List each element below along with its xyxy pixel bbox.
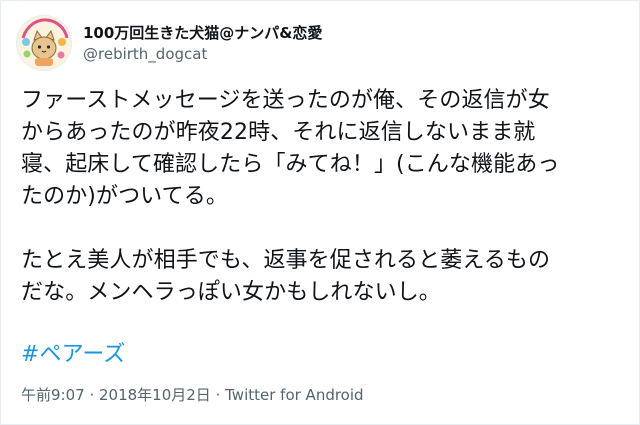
avatar[interactable]: [17, 16, 71, 70]
tweet-paragraph-1: ファーストメッセージを送ったのが俺、その返信が女 からあったのが昨夜22時、それ…: [21, 85, 621, 213]
tweet-text-line: ファーストメッセージを送ったのが俺、その返信が女: [21, 88, 550, 113]
tweet-paragraph-2: たとえ美人が相手でも、返事を促されると萎えるもの だな。メンヘラっぽい女かもしれ…: [21, 245, 621, 309]
tweet-text-line: だな。メンヘラっぽい女かもしれないし。: [21, 280, 441, 305]
meta-separator: ·: [84, 386, 99, 404]
user-names: 100万回生きた犬猫@ナンパ&恋愛 @rebirth_dogcat: [83, 23, 322, 64]
tweet-text-line: たのか)がついてる。: [21, 184, 228, 209]
tweet-source[interactable]: Twitter for Android: [225, 386, 363, 404]
cartoon-cat-avatar-icon: [17, 16, 71, 70]
tweet-header: 100万回生きた犬猫@ナンパ&恋愛 @rebirth_dogcat: [17, 15, 322, 71]
tweet-text-line: 寝、起床して確認したら「みてね！」(こんな機能あっ: [21, 152, 560, 177]
tweet-text-line: からあったのが昨夜22時、それに返信しないまま就: [21, 120, 536, 145]
tweet-date[interactable]: 2018年10月2日: [99, 386, 211, 404]
tweet-text-line: たとえ美人が相手でも、返事を促されると萎えるもの: [21, 248, 551, 273]
tweet-body: ファーストメッセージを送ったのが俺、その返信が女 からあったのが昨夜22時、それ…: [21, 85, 621, 371]
tweet-time[interactable]: 午前9:07: [21, 386, 85, 404]
hashtag-link[interactable]: #ペアーズ: [21, 339, 126, 371]
tweet-meta: 午前9:07 · 2018年10月2日 · Twitter for Androi…: [21, 385, 364, 405]
meta-separator: ·: [210, 386, 226, 404]
user-handle[interactable]: @rebirth_dogcat: [83, 44, 322, 64]
display-name[interactable]: 100万回生きた犬猫@ナンパ&恋愛: [83, 23, 322, 43]
tweet-card: 100万回生きた犬猫@ナンパ&恋愛 @rebirth_dogcat ファーストメ…: [0, 0, 640, 425]
